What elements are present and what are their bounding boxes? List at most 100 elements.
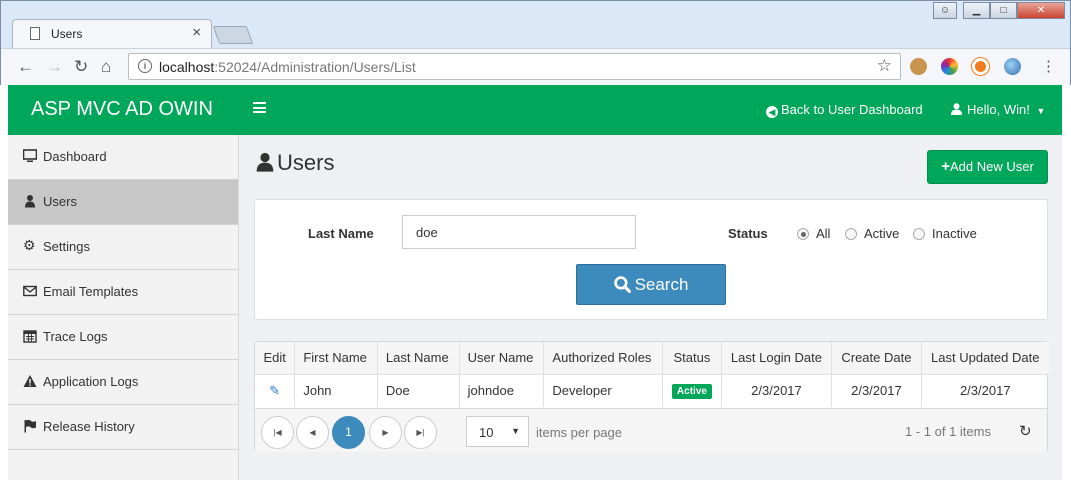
column-header-status[interactable]: Status: [662, 342, 722, 375]
home-icon[interactable]: ⌂: [101, 57, 111, 77]
brand-title[interactable]: ASP MVC AD OWIN: [31, 98, 213, 121]
new-tab-button[interactable]: [212, 26, 254, 44]
sidebar-item-dashboard[interactable]: Dashboard: [8, 135, 238, 180]
column-header-edit[interactable]: Edit: [255, 342, 296, 375]
user-icon: [951, 103, 962, 115]
caret-down-icon: ▼: [1036, 106, 1046, 116]
sidebar-item-trace-logs[interactable]: Trace Logs: [8, 315, 238, 360]
column-header-user-name[interactable]: User Name: [459, 342, 545, 375]
forward-arrow-icon[interactable]: →: [46, 57, 63, 77]
column-header-authorized-roles[interactable]: Authorized Roles: [543, 342, 664, 375]
sidebar-item-label: Application Logs: [43, 374, 139, 389]
address-bar[interactable]: i localhost:52024/Administration/Users/L…: [128, 53, 901, 80]
minimize-button[interactable]: ▁: [963, 2, 990, 19]
radio-unselected-icon: [845, 228, 857, 240]
page-title-text: Users: [277, 150, 335, 175]
previous-page-icon[interactable]: ◀: [296, 416, 329, 449]
tab-title: Users: [51, 27, 83, 41]
sidebar: Dashboard Users ⚙ Settings Email Templat…: [8, 135, 239, 480]
pager: |◀ ◀ 1 ▶ ▶| 10 ▼ items per page 1 - 1 of …: [255, 408, 1047, 452]
info-icon[interactable]: i: [138, 59, 152, 73]
browser-tab[interactable]: Users ×: [12, 19, 212, 48]
users-grid: Edit First Name Last Name User Name Auth…: [254, 341, 1049, 452]
sidebar-item-label: Settings: [43, 239, 90, 254]
user-menu[interactable]: Hello, Win! ▼: [951, 102, 1045, 117]
column-header-first-name[interactable]: First Name: [294, 342, 378, 375]
column-header-last-updated-date[interactable]: Last Updated Date: [921, 342, 1049, 375]
app-header: ASP MVC AD OWIN ◀ Back to User Dashboard …: [8, 85, 1062, 135]
roles-cell: Developer: [543, 374, 664, 407]
envelope-icon: [23, 285, 37, 297]
next-page-icon[interactable]: ▶: [369, 416, 402, 449]
last-name-cell: Doe: [377, 374, 460, 407]
sidebar-item-application-logs[interactable]: Application Logs: [8, 360, 238, 405]
gear-icon: ⚙: [23, 237, 36, 253]
pager-info: 1 - 1 of 1 items: [905, 424, 991, 439]
reload-icon[interactable]: ↻: [74, 57, 88, 77]
calendar-icon: [23, 330, 37, 343]
sidebar-item-label: Email Templates: [43, 284, 139, 299]
column-header-create-date[interactable]: Create Date: [831, 342, 922, 375]
monitor-icon: [23, 149, 37, 162]
warning-icon: [23, 375, 37, 387]
sidebar-item-users[interactable]: Users: [8, 180, 238, 225]
caret-down-icon: ▼: [511, 426, 520, 436]
search-panel: Last Name Status All Active Inactive Sea…: [254, 199, 1048, 320]
status-radio-all[interactable]: All: [797, 226, 830, 241]
radio-selected-icon: [797, 228, 809, 240]
search-button[interactable]: Search: [576, 264, 726, 305]
add-new-user-button[interactable]: +Add New User: [927, 150, 1048, 184]
sidebar-item-label: Release History: [43, 419, 135, 434]
sidebar-item-label: Users: [43, 194, 77, 209]
edit-cell: ✎: [255, 374, 296, 407]
last-name-label: Last Name: [308, 226, 374, 241]
pencil-edit-icon[interactable]: ✎: [269, 383, 280, 398]
maximize-button[interactable]: □: [990, 2, 1017, 19]
bookmark-star-icon[interactable]: ☆: [877, 56, 892, 76]
close-tab-icon[interactable]: ×: [192, 24, 201, 41]
sidebar-item-email-templates[interactable]: Email Templates: [8, 270, 238, 315]
flag-icon: [24, 419, 36, 433]
status-radio-inactive[interactable]: Inactive: [913, 226, 977, 241]
sidebar-item-label: Dashboard: [43, 149, 107, 164]
radio-label: All: [816, 226, 831, 241]
table-row: ✎ John Doe johndoe Developer Active 2/3/…: [255, 374, 1049, 407]
main-content: Users +Add New User Last Name Status All…: [239, 135, 1062, 480]
search-button-label: Search: [634, 275, 689, 294]
last-page-icon[interactable]: ▶|: [404, 416, 437, 449]
current-page-button[interactable]: 1: [332, 416, 365, 449]
arrow-left-circle-icon: ◀: [766, 106, 778, 118]
user-icon: [256, 152, 274, 172]
hamburger-menu-icon[interactable]: [253, 102, 266, 113]
search-icon: [613, 276, 631, 293]
globe-extension-icon[interactable]: [1004, 58, 1021, 75]
document-icon: [30, 27, 40, 40]
first-name-cell: John: [294, 374, 378, 407]
back-link-label: Back to User Dashboard: [781, 102, 923, 117]
color-wheel-extension-icon[interactable]: [941, 58, 958, 75]
status-badge: Active: [671, 384, 712, 400]
cookie-extension-icon[interactable]: [910, 58, 927, 75]
status-radio-active[interactable]: Active: [845, 226, 899, 241]
profile-button[interactable]: ☺: [933, 2, 957, 19]
grid-header-row: Edit First Name Last Name User Name Auth…: [255, 342, 1049, 375]
radio-label: Inactive: [932, 226, 977, 241]
first-page-icon[interactable]: |◀: [261, 416, 294, 449]
page-size-select[interactable]: 10 ▼: [466, 416, 529, 447]
browser-toolbar: ← → ↻ ⌂ i localhost:52024/Administration…: [1, 48, 1070, 85]
sidebar-item-settings[interactable]: ⚙ Settings: [8, 225, 238, 270]
plus-icon: +: [941, 158, 950, 175]
sidebar-item-release-history[interactable]: Release History: [8, 405, 238, 450]
radio-label: Active: [864, 226, 900, 241]
close-window-button[interactable]: ✕: [1017, 2, 1065, 19]
lifebuoy-extension-icon[interactable]: [972, 58, 989, 75]
status-cell: Active: [662, 374, 722, 407]
last-name-input[interactable]: [402, 215, 636, 249]
refresh-icon[interactable]: ↻: [1019, 422, 1032, 440]
back-to-dashboard-link[interactable]: ◀ Back to User Dashboard: [766, 102, 923, 118]
back-arrow-icon[interactable]: ←: [17, 57, 34, 77]
column-header-last-name[interactable]: Last Name: [377, 342, 460, 375]
column-header-last-login-date[interactable]: Last Login Date: [721, 342, 833, 375]
items-per-page-label: items per page: [536, 425, 622, 440]
menu-kebab-icon[interactable]: ⋮: [1041, 57, 1056, 75]
